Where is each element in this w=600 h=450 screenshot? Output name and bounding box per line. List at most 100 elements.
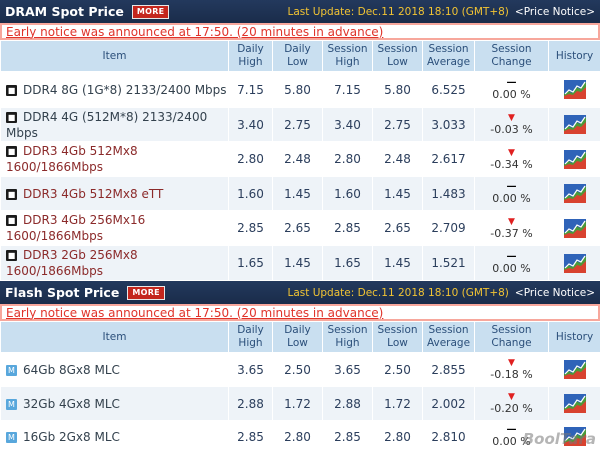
item-cell: ■ DDR3 4Gb 512Mx8 1600/1866Mbps (0, 141, 229, 177)
flash-header-row: Item Daily High Daily Low Session High Session L… (0, 321, 600, 353)
line-chart-icon[interactable] (563, 218, 586, 238)
session-change-cell: —0.00 % (474, 71, 549, 108)
dram-col-header: Session High (322, 40, 373, 72)
line-chart-icon[interactable] (563, 394, 586, 413)
session-high-cell: 1.65 (322, 245, 373, 281)
item-name[interactable]: 16Gb 2Gx8 MLC (23, 430, 120, 444)
table-row[interactable]: ■ DDR3 2Gb 256Mx8 1600/1866Mbps 1.65 1.45 1.… (0, 245, 600, 281)
line-chart-icon[interactable] (563, 360, 586, 379)
session-average-cell: 2.810 (422, 420, 475, 450)
table-row[interactable]: M 16Gb 2Gx8 MLC 2.85 2.80 2.85 2.80 2.810—0.00… (0, 420, 600, 450)
history-cell (548, 386, 600, 421)
chip-icon: ■ (6, 111, 17, 123)
chip-icon: ■ (6, 146, 17, 157)
daily-low-cell: 2.75 (272, 107, 323, 142)
history-cell (548, 176, 600, 211)
dram-last-update: Last Update: Dec.11 2018 18:10 (GMT+8) (287, 5, 509, 18)
session-average-cell: 1.483 (422, 176, 475, 211)
table-row[interactable]: ■ DDR3 4Gb 512Mx8 1600/1866Mbps 2.80 2.48 2.… (0, 141, 600, 177)
line-chart-icon[interactable] (563, 80, 586, 99)
line-chart-icon[interactable] (563, 253, 586, 273)
flash-early-notice-link[interactable]: Early notice was announced at 17:50. (20… (6, 306, 383, 320)
flash-col-header: Daily High (228, 321, 273, 353)
session-change-cell: —0.00 % (474, 245, 549, 281)
session-high-cell: 2.88 (322, 386, 373, 421)
item-cell: ■ DDR3 4Gb 512Mx8 eTT (0, 176, 229, 211)
session-change-cell: —0.00 % (474, 176, 549, 211)
dram-price-notice-link[interactable]: <Price Notice> (515, 6, 595, 18)
session-low-cell: 2.80 (372, 420, 423, 450)
down-arrow-icon: ▼ (508, 358, 515, 368)
flash-col-header: Session Average (422, 321, 475, 353)
change-value: 0.00 % (492, 261, 531, 275)
down-arrow-icon: ▼ (508, 147, 515, 158)
flash-table: Item Daily High Daily Low Session High Session L… (0, 321, 600, 450)
daily-high-cell: 2.80 (228, 141, 273, 177)
session-change-cell: ▼ -0.37 % (474, 210, 549, 246)
session-average-cell: 2.002 (422, 386, 475, 421)
session-average-cell: 2.709 (422, 210, 475, 246)
daily-low-cell: 2.65 (272, 210, 323, 246)
history-cell (548, 141, 600, 177)
flash-col-header: Session High (322, 321, 373, 353)
chip-icon: M (6, 364, 17, 376)
flash-col-header: Session Change (474, 321, 549, 353)
dram-early-notice-link[interactable]: Early notice was announced at 17:50. (20… (6, 25, 383, 39)
change-value: -0.18 % (490, 368, 533, 381)
line-chart-icon[interactable] (563, 115, 586, 134)
flash-col-header: Daily Low (272, 321, 323, 353)
history-cell (548, 71, 600, 108)
history-cell (548, 210, 600, 246)
watermark-logo: BoolTara (522, 430, 596, 448)
flash-last-update: Last Update: Dec.11 2018 18:10 (GMT+8) (287, 286, 509, 299)
daily-high-cell: 2.85 (228, 420, 273, 450)
flash-col-header: Item (0, 321, 229, 353)
dram-col-header: Session Average (422, 40, 475, 72)
item-cell: ■ DDR4 8G (1G*8) 2133/2400 Mbps (0, 71, 229, 108)
item-name[interactable]: DDR3 4Gb 512Mx8 1600/1866Mbps (6, 144, 138, 174)
chip-icon: M (6, 431, 17, 443)
item-name[interactable]: 64Gb 8Gx8 MLC (23, 363, 120, 377)
change-value: 0.00 % (492, 88, 531, 101)
session-change-cell: ▼ -0.20 % (474, 386, 549, 421)
dram-col-header: Session Change (474, 40, 549, 72)
daily-high-cell: 1.60 (228, 176, 273, 211)
item-name[interactable]: DDR4 4G (512M*8) 2133/2400 Mbps (6, 110, 207, 140)
dram-header-row: Item Daily High Daily Low Session High Session L… (0, 40, 600, 72)
table-row[interactable]: ■ DDR3 4Gb 512Mx8 eTT 1.60 1.45 1.60 1.45 1.48… (0, 176, 600, 211)
down-arrow-icon: ▼ (508, 216, 515, 227)
table-row[interactable]: M 64Gb 8Gx8 MLC 3.65 2.50 3.65 2.50 2.855 ▼ -0.1… (0, 352, 600, 387)
change-value: -0.37 % (490, 226, 533, 240)
session-average-cell: 3.033 (422, 107, 475, 142)
flash-more-button[interactable]: MORE (127, 285, 165, 300)
flash-price-notice-link[interactable]: <Price Notice> (515, 287, 595, 299)
session-average-cell: 1.521 (422, 245, 475, 281)
daily-low-cell: 2.50 (272, 352, 323, 387)
table-row[interactable]: ■ DDR4 4G (512M*8) 2133/2400 Mbps 3.40 2.75… (0, 107, 600, 142)
item-cell: ■ DDR3 2Gb 256Mx8 1600/1866Mbps (0, 245, 229, 281)
chip-icon: ■ (6, 250, 17, 261)
daily-low-cell: 2.80 (272, 420, 323, 450)
chip-icon: ■ (6, 188, 17, 200)
table-row[interactable]: ■ DDR3 4Gb 256Mx16 1600/1866Mbps 2.85 2.65 2… (0, 210, 600, 246)
session-high-cell: 2.85 (322, 210, 373, 246)
table-row[interactable]: M 32Gb 4Gx8 MLC 2.88 1.72 2.88 1.72 2.002 ▼ -0.2… (0, 386, 600, 421)
history-cell (548, 352, 600, 387)
session-low-cell: 1.72 (372, 386, 423, 421)
table-row[interactable]: ■ DDR4 8G (1G*8) 2133/2400 Mbps 7.15 5.80 7.… (0, 71, 600, 108)
flash-section: Flash Spot Price MORE Last Update: Dec.1… (0, 281, 600, 450)
item-name[interactable]: DDR3 4Gb 512Mx8 eTT (23, 187, 163, 201)
line-chart-icon[interactable] (563, 184, 586, 203)
dram-more-button[interactable]: MORE (131, 4, 170, 19)
item-name[interactable]: DDR3 2Gb 256Mx8 1600/1866Mbps (6, 248, 138, 278)
session-low-cell: 1.45 (372, 176, 423, 211)
dram-col-header: Daily High (228, 40, 273, 72)
item-name[interactable]: DDR4 8G (1G*8) 2133/2400 Mbps (23, 83, 227, 97)
daily-low-cell: 1.45 (272, 245, 323, 281)
session-change-cell: ▼ -0.18 % (474, 352, 549, 387)
line-chart-icon[interactable] (563, 149, 586, 169)
item-name[interactable]: 32Gb 4Gx8 MLC (23, 397, 120, 411)
item-name[interactable]: DDR3 4Gb 256Mx16 1600/1866Mbps (6, 213, 145, 243)
daily-high-cell: 2.88 (228, 386, 273, 421)
session-low-cell: 2.50 (372, 352, 423, 387)
